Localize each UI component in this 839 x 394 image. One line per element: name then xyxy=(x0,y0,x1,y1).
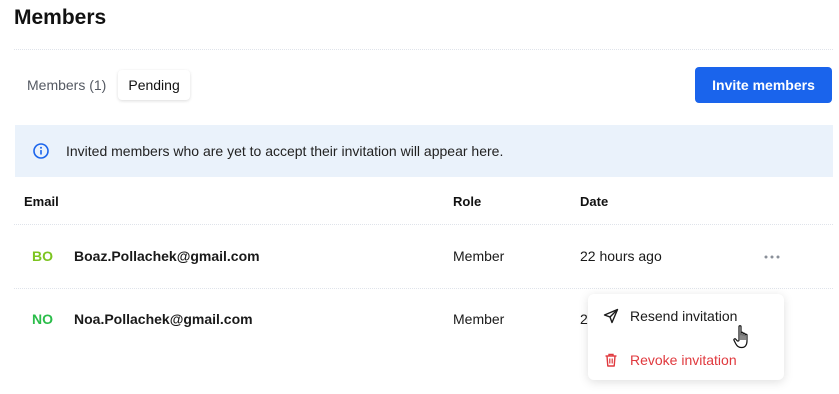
page-title: Members xyxy=(14,6,107,29)
menu-item-label: Resend invitation xyxy=(630,308,738,324)
menu-item-label: Revoke invitation xyxy=(630,352,737,368)
hand-cursor-icon xyxy=(732,324,754,350)
member-email: Noa.Pollachek@gmail.com xyxy=(74,311,253,327)
member-role: Member xyxy=(453,248,505,264)
member-role: Member xyxy=(453,311,505,327)
header-divider xyxy=(14,49,833,50)
avatar: BO xyxy=(32,248,53,264)
invite-date: 22 hours ago xyxy=(580,248,662,264)
avatar: NO xyxy=(32,311,53,327)
more-actions-button[interactable] xyxy=(758,244,786,266)
tab-pending[interactable]: Pending xyxy=(118,70,190,100)
info-banner-text: Invited members who are yet to accept th… xyxy=(66,143,504,159)
trash-icon xyxy=(603,352,619,368)
row-actions-menu: Resend invitation Revoke invitation xyxy=(588,294,784,380)
table-divider xyxy=(14,288,833,289)
invite-date: 2 xyxy=(580,311,588,327)
info-icon xyxy=(33,143,49,159)
info-banner: Invited members who are yet to accept th… xyxy=(15,125,833,177)
ellipsis-icon xyxy=(764,246,780,264)
column-header-role: Role xyxy=(453,194,482,209)
tab-members[interactable]: Members (1) xyxy=(17,70,116,100)
member-email: Boaz.Pollachek@gmail.com xyxy=(74,248,260,264)
resend-invitation-menu-item[interactable]: Resend invitation xyxy=(588,298,784,334)
column-header-date: Date xyxy=(580,194,609,209)
tab-bar: Members (1) Pending xyxy=(17,70,190,100)
revoke-invitation-menu-item[interactable]: Revoke invitation xyxy=(588,342,784,378)
send-icon xyxy=(603,308,619,324)
table-divider xyxy=(14,224,833,225)
invite-members-button[interactable]: Invite members xyxy=(695,67,832,103)
column-header-email: Email xyxy=(24,194,59,209)
